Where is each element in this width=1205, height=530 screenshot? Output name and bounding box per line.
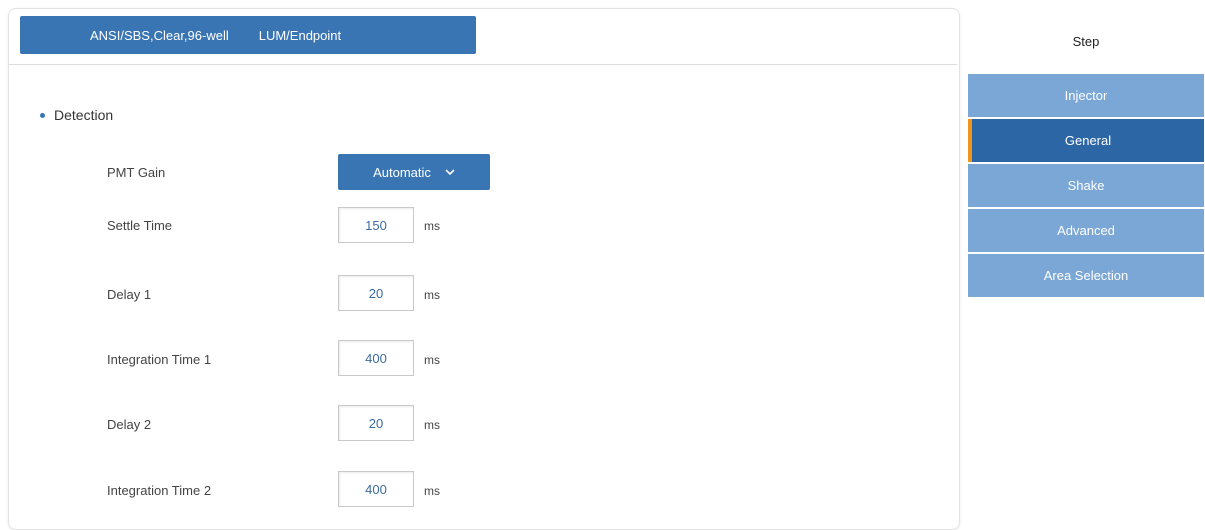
integration-time2-input[interactable]: 400	[338, 471, 414, 507]
header-divider	[9, 64, 957, 65]
integration-time2-unit: ms	[424, 484, 440, 498]
delay2-label: Delay 2	[107, 417, 152, 432]
settings-panel	[8, 8, 960, 530]
delay1-unit: ms	[424, 288, 440, 302]
delay2-input[interactable]: 20	[338, 405, 414, 441]
bullet-icon	[40, 112, 45, 118]
integration-time1-unit: ms	[424, 353, 440, 367]
plate-info-banner: ANSI/SBS,Clear,96-well LUM/Endpoint	[20, 16, 476, 54]
pmt-gain-value: Automatic	[373, 164, 431, 180]
delay2-unit: ms	[424, 418, 440, 432]
settle-time-label: Settle Time	[107, 218, 173, 233]
step-shake[interactable]: Shake	[968, 164, 1204, 207]
settle-time-unit: ms	[424, 219, 440, 233]
chevron-down-icon	[445, 169, 455, 176]
delay1-input[interactable]: 20	[338, 275, 414, 311]
integration-time2-label: Integration Time 2	[107, 483, 212, 498]
settle-time-input[interactable]: 150	[338, 207, 414, 243]
read-mode-label: LUM/Endpoint	[258, 27, 342, 43]
step-advanced[interactable]: Advanced	[968, 209, 1204, 252]
plate-type-label: ANSI/SBS,Clear,96-well	[90, 27, 229, 43]
delay1-label: Delay 1	[107, 287, 152, 302]
pmt-gain-select[interactable]: Automatic	[338, 154, 490, 190]
integration-time1-input[interactable]: 400	[338, 340, 414, 376]
step-area-selection[interactable]: Area Selection	[968, 254, 1204, 297]
step-general[interactable]: General	[968, 119, 1204, 162]
section-title: Detection	[54, 107, 114, 123]
detection-section-header: Detection	[40, 107, 113, 123]
pmt-gain-label: PMT Gain	[107, 165, 166, 180]
step-title: Step	[1072, 33, 1100, 49]
step-injector[interactable]: Injector	[968, 74, 1204, 117]
integration-time1-label: Integration Time 1	[107, 352, 212, 367]
